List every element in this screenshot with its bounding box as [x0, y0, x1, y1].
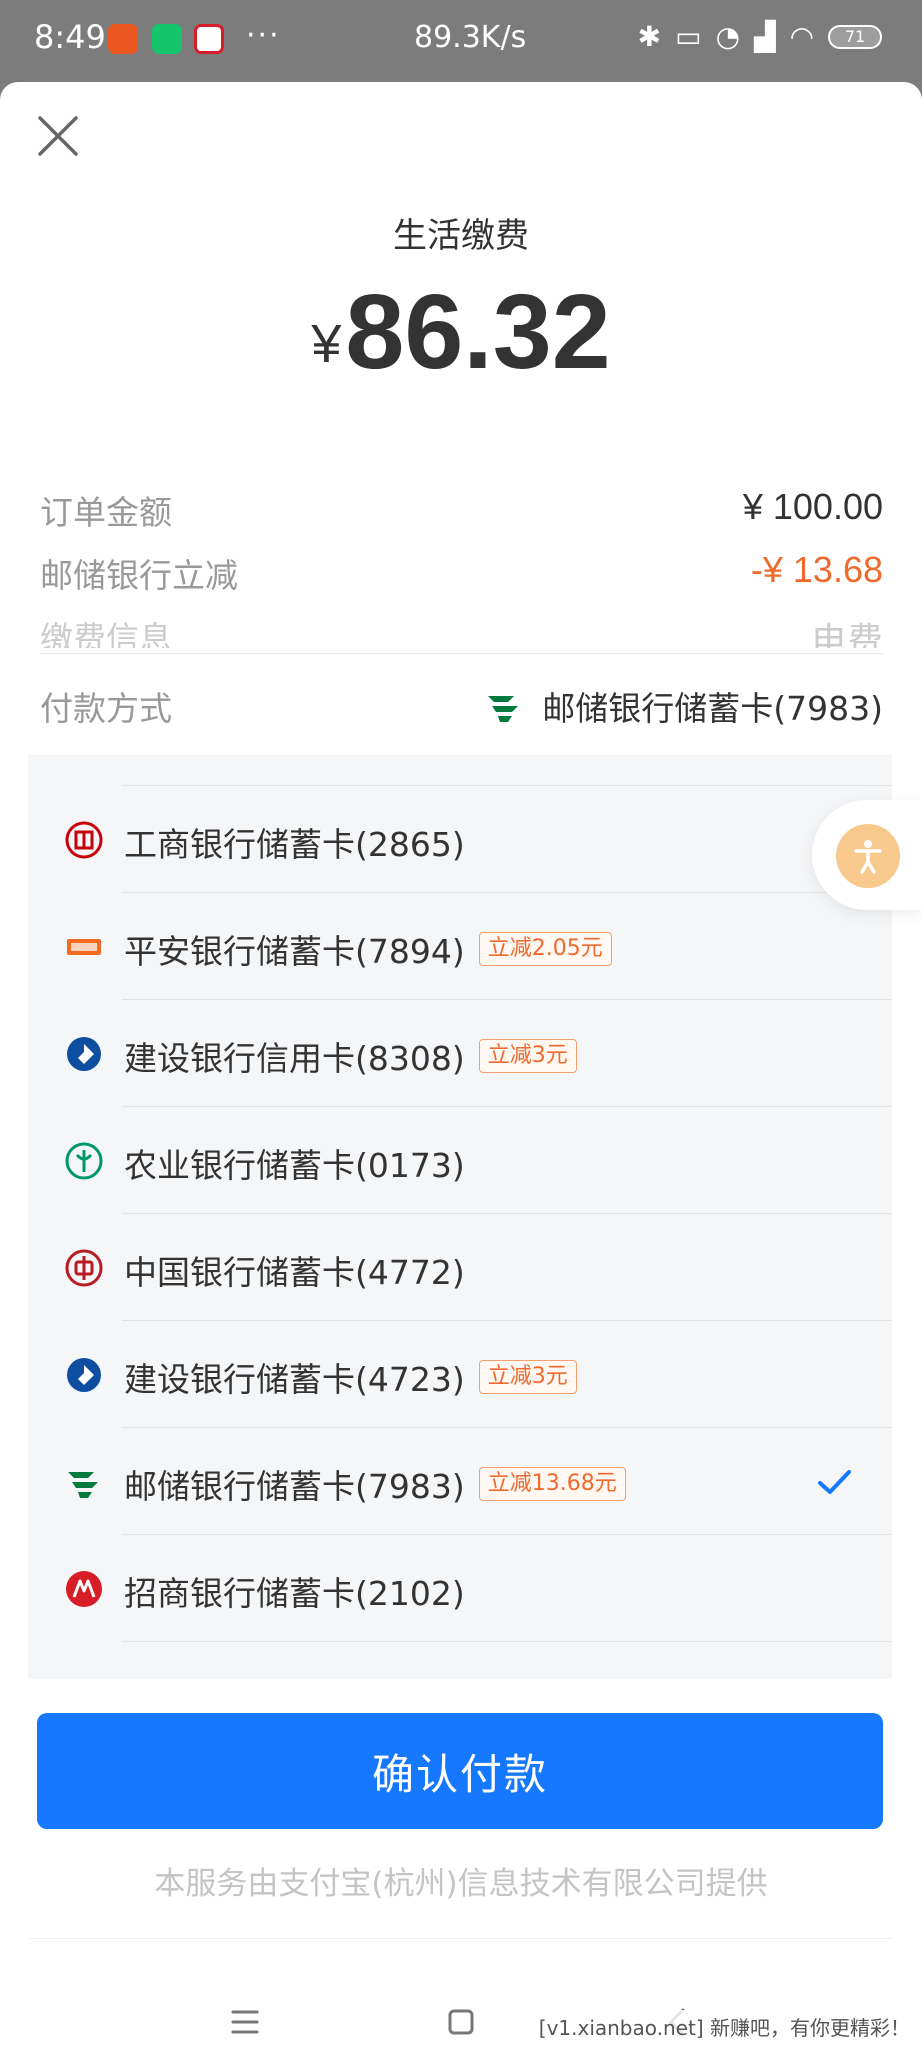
card-option[interactable]: 招商银行储蓄卡(2102)	[28, 1535, 892, 1642]
discount-badge: 立减3元	[478, 1360, 577, 1394]
card-option[interactable]: 工商银行储蓄卡(2865)	[28, 786, 892, 893]
payment-amount: ¥86.32	[0, 272, 922, 393]
payment-info-label: 缴费信息	[40, 619, 172, 648]
network-speed: 89.3K/s	[414, 20, 527, 55]
menu-icon[interactable]	[215, 1992, 275, 2048]
battery-icon: 71	[828, 24, 882, 49]
wifi-icon: ◠	[789, 20, 814, 53]
check-icon	[818, 1470, 851, 1494]
card-option[interactable]: 建设银行储蓄卡(4723) 立减3元	[28, 1321, 892, 1428]
ccb-icon	[67, 1037, 101, 1071]
currency-symbol: ¥	[311, 314, 342, 374]
alarm-icon: ◔	[715, 20, 741, 53]
card-name: 平安银行储蓄卡(7894)	[124, 932, 465, 971]
card-option[interactable]: 农业银行储蓄卡(0173)	[28, 1107, 892, 1214]
order-amount-value: ¥ 100.00	[742, 486, 883, 527]
card-name: 农业银行储蓄卡(0173)	[124, 1146, 465, 1185]
app-notification-icon-1	[108, 24, 138, 54]
discount-badge: 立减2.05元	[478, 932, 612, 966]
card-name: 工商银行储蓄卡(2865)	[124, 825, 465, 864]
pingan-bank-icon	[67, 939, 101, 955]
status-icons: ✱ ▭ ◔ ▟ ◠ 71	[638, 20, 882, 53]
watermark: [v1.xianbao.net] 新赚吧，有你更精彩！	[534, 2010, 914, 2043]
abc-bank-icon	[65, 1142, 103, 1180]
app-notification-icon-3	[194, 24, 224, 54]
icbc-icon	[65, 821, 103, 859]
cmb-icon	[66, 1571, 102, 1607]
discount-badge: 立减3元	[478, 1039, 577, 1073]
card-name: 中国银行储蓄卡(4772)	[124, 1253, 465, 1292]
payment-method-row[interactable]: 付款方式 邮储银行储蓄卡(7983)	[40, 682, 883, 738]
divider	[30, 1938, 892, 1939]
discount-row: 邮储银行立减 -¥ 13.68	[40, 549, 883, 605]
hd-signal-icon: ▟	[754, 20, 776, 53]
payment-info-row: 缴费信息 电费	[40, 612, 883, 648]
discount-label: 邮储银行立减	[40, 556, 238, 595]
accessibility-icon	[836, 824, 900, 888]
vibrate-icon: ▭	[675, 20, 702, 53]
card-option[interactable]: 建设银行信用卡(8308) 立减3元	[28, 1000, 892, 1107]
payment-sheet: 生活缴费 ¥86.32 订单金额 ¥ 100.00 邮储银行立减 -¥ 13.6…	[0, 82, 922, 2048]
card-name: 邮储银行储蓄卡(7983)	[124, 1467, 465, 1506]
divider	[40, 653, 883, 654]
card-name: 建设银行信用卡(8308)	[124, 1039, 465, 1078]
order-amount-label: 订单金额	[40, 493, 172, 532]
page-title: 生活缴费	[393, 216, 529, 256]
ccb-icon	[67, 1358, 101, 1392]
psbc-icon	[68, 1472, 98, 1498]
status-time: 8:49	[34, 18, 106, 56]
app-notification-icon-2	[152, 24, 182, 54]
divider	[122, 1641, 892, 1642]
psbc-icon	[488, 696, 519, 722]
order-amount-row: 订单金额 ¥ 100.00	[40, 486, 883, 542]
more-notifications-icon: ···	[246, 18, 281, 53]
payment-method-label: 付款方式	[40, 689, 172, 728]
discount-value: -¥ 13.68	[750, 549, 883, 590]
card-name: 招商银行储蓄卡(2102)	[124, 1574, 465, 1613]
card-option[interactable]: 邮储银行储蓄卡(7983) 立减13.68元	[28, 1428, 892, 1535]
card-list[interactable]: 工商银行储蓄卡(2865) 平安银行储蓄卡(7894) 立减2.05元建设银行信用卡…	[28, 755, 892, 1679]
card-option[interactable]: 中国银行储蓄卡(4772)	[28, 1214, 892, 1321]
card-option[interactable]: 平安银行储蓄卡(7894) 立减2.05元	[28, 893, 892, 1000]
provider-text: 本服务由支付宝(杭州)信息技术有限公司提供	[154, 1866, 768, 1902]
card-name: 建设银行储蓄卡(4723)	[124, 1360, 465, 1399]
discount-badge: 立减13.68元	[478, 1467, 626, 1501]
confirm-payment-button[interactable]: 确认付款	[37, 1713, 883, 1829]
status-bar: 8:49 ··· 89.3K/s ✱ ▭ ◔ ▟ ◠ 71	[0, 0, 922, 82]
amount-value: 86.32	[345, 273, 611, 391]
home-icon[interactable]	[431, 1992, 491, 2048]
bluetooth-icon: ✱	[637, 20, 662, 53]
close-icon[interactable]	[36, 114, 80, 158]
boc-icon	[65, 1249, 103, 1287]
accessibility-button[interactable]	[812, 800, 922, 910]
payment-method-value: 邮储银行储蓄卡(7983)	[542, 689, 883, 728]
payment-info-value: 电费	[810, 620, 883, 648]
